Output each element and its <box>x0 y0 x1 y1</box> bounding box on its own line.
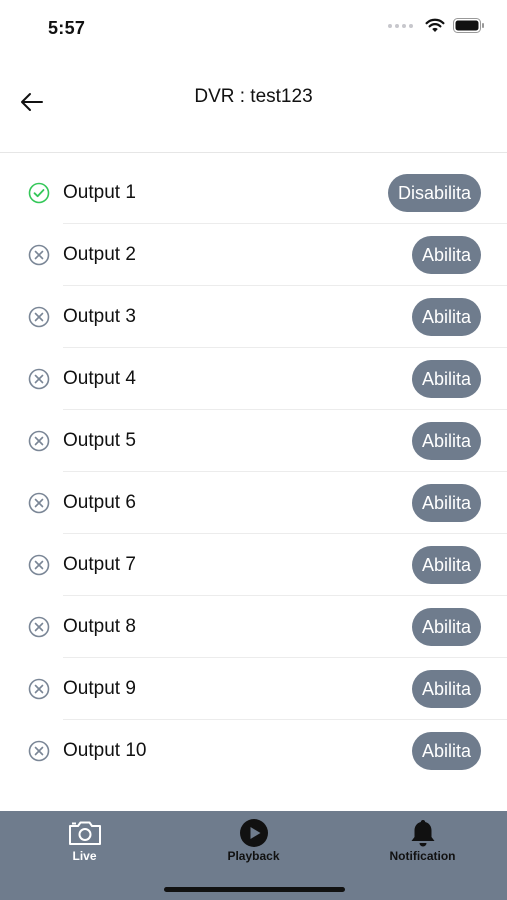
x-circle-icon <box>28 244 50 266</box>
output-label: Output 1 <box>63 182 136 203</box>
enable-output-button[interactable]: Abilita <box>411 236 481 274</box>
tab-label: Notification <box>389 849 456 863</box>
output-row: Output 9 Abilita <box>0 658 507 720</box>
enable-output-button[interactable]: Abilita <box>411 360 481 398</box>
cellular-signal-icon <box>388 23 413 28</box>
x-circle-icon <box>28 492 50 514</box>
output-row: Output 6 Abilita <box>0 472 507 534</box>
tab-notification[interactable]: Notification <box>338 811 507 881</box>
output-row: Output 3 Abilita <box>0 286 507 348</box>
status-time: 5:57 <box>48 18 86 38</box>
x-circle-icon <box>28 616 50 638</box>
x-circle-icon <box>28 678 50 700</box>
output-label: Output 6 <box>63 492 136 513</box>
enable-output-button[interactable]: Abilita <box>411 546 481 584</box>
battery-icon <box>453 18 484 33</box>
enable-output-button[interactable]: Abilita <box>411 422 481 460</box>
output-label: Output 9 <box>63 678 136 699</box>
home-indicator <box>164 887 345 892</box>
x-circle-icon <box>28 306 50 328</box>
output-label: Output 8 <box>63 616 136 637</box>
enable-output-button[interactable]: Abilita <box>411 298 481 336</box>
x-circle-icon <box>28 740 50 762</box>
page-title: DVR : test123 <box>194 86 313 107</box>
output-label: Output 7 <box>63 554 136 575</box>
wifi-icon <box>425 18 445 32</box>
output-row: Output 5 Abilita <box>0 410 507 472</box>
output-row: Output 1 Disabilita <box>0 162 507 224</box>
output-label: Output 4 <box>63 368 136 389</box>
x-circle-icon <box>28 430 50 452</box>
output-row: Output 7 Abilita <box>0 534 507 596</box>
enable-output-button[interactable]: Abilita <box>411 608 481 646</box>
output-label: Output 2 <box>63 244 136 265</box>
x-circle-icon <box>28 368 50 390</box>
x-circle-icon <box>28 554 50 576</box>
enable-output-button[interactable]: Abilita <box>411 732 481 770</box>
output-row: Output 4 Abilita <box>0 348 507 410</box>
output-row: Output 10 Abilita <box>0 720 507 782</box>
tab-live[interactable]: Live <box>0 811 169 881</box>
output-label: Output 5 <box>63 430 136 451</box>
output-label: Output 3 <box>63 306 136 327</box>
header: DVR : test123 <box>0 54 507 153</box>
output-row: Output 2 Abilita <box>0 224 507 286</box>
output-list: Output 1 Disabilita Output 2 Abilita Out… <box>0 162 507 782</box>
status-icons <box>388 18 485 33</box>
camera-icon <box>65 819 105 847</box>
enable-output-button[interactable]: Abilita <box>411 484 481 522</box>
output-row: Output 8 Abilita <box>0 596 507 658</box>
output-label: Output 10 <box>63 740 147 761</box>
bell-icon <box>403 819 443 847</box>
tab-playback[interactable]: Playback <box>169 811 338 881</box>
play-circle-icon <box>234 819 274 847</box>
enable-output-button[interactable]: Abilita <box>411 670 481 708</box>
status-bar: 5:57 <box>0 0 507 54</box>
check-circle-icon <box>28 182 50 204</box>
tab-label: Playback <box>227 849 280 863</box>
disable-output-button[interactable]: Disabilita <box>387 174 481 212</box>
tab-label: Live <box>72 849 97 863</box>
